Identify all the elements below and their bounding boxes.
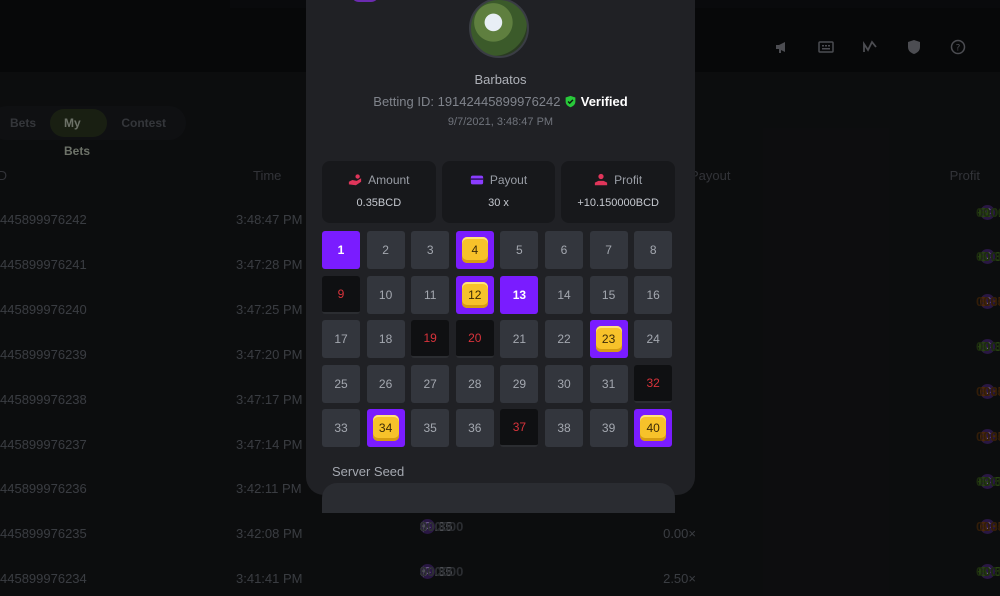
stat-profit-title: Profit [614, 173, 643, 187]
keno-cell-5: 5 [500, 231, 539, 269]
keno-cell-34: 34 [366, 409, 405, 448]
keno-cell-29: 29 [500, 364, 539, 403]
keno-cell-18: 18 [366, 320, 405, 359]
bet-date: 9/7/2021, 3:48:47 PM [447, 116, 554, 128]
stat-amount: Amount 0.35BCD [322, 161, 436, 223]
keno-cell-15: 15 [589, 275, 628, 314]
avatar [469, 0, 529, 58]
keno-cell-38: 38 [545, 409, 583, 448]
keno-cell-30: 30 [545, 364, 583, 403]
keno-cell-16: 16 [634, 275, 673, 314]
keno-cell-11: 11 [411, 275, 450, 314]
betting-id-line: Betting ID: 19142445899976242 Verified [306, 94, 695, 111]
server-seed-label: Server Seed [332, 464, 405, 479]
keno-cell-8: 8 [634, 231, 673, 269]
keno-cell-21: 21 [500, 320, 539, 359]
hit-gem: 40 [640, 415, 667, 442]
stat-profit-value: +10.150000BCD [577, 197, 659, 209]
keno-cell-9: 9 [322, 275, 360, 314]
keno-cell-39: 39 [589, 409, 628, 448]
keno-cell-10: 10 [366, 275, 405, 314]
keno-cell-24: 24 [634, 320, 673, 359]
keno-cell-19: 19 [411, 320, 450, 359]
stat-payout-title: Payout [489, 173, 528, 187]
corner-badge [351, 0, 379, 2]
keno-cell-7: 7 [589, 231, 628, 269]
verified-label: Verified [580, 94, 628, 109]
keno-cell-37: 37 [500, 409, 539, 448]
keno-cell-6: 6 [545, 231, 583, 269]
hand-coin-icon [348, 173, 362, 187]
keno-cell-32: 32 [634, 364, 673, 403]
keno-cell-12: 12 [455, 275, 494, 314]
keno-cell-20: 20 [455, 320, 494, 359]
stat-payout: Payout 30 x [441, 161, 556, 223]
betting-id: Betting ID: 19142445899976242 [373, 94, 561, 109]
verified-shield-icon [564, 95, 577, 111]
stat-amount-title: Amount [368, 173, 410, 187]
hit-gem: 4 [461, 237, 488, 263]
keno-cell-27: 27 [411, 364, 450, 403]
server-seed-field[interactable] [322, 483, 675, 513]
keno-cell-13: 13 [500, 275, 539, 314]
keno-cell-28: 28 [455, 364, 494, 403]
keno-cell-1: 1 [322, 231, 360, 269]
keno-cell-14: 14 [545, 275, 583, 314]
keno-cell-2: 2 [366, 231, 405, 269]
bet-details-modal: Barbatos Betting ID: 19142445899976242 V… [306, 0, 695, 513]
keno-cell-25: 25 [322, 364, 360, 403]
stat-profit: Profit +10.150000BCD [561, 161, 676, 223]
keno-cell-23: 23 [589, 320, 628, 359]
keno-cell-26: 26 [366, 364, 405, 403]
keno-cell-36: 36 [455, 409, 494, 448]
hit-gem: 12 [461, 281, 488, 308]
stat-payout-value: 30 x [488, 197, 509, 209]
stat-amount-value: 0.35BCD [356, 197, 402, 209]
keno-cell-17: 17 [322, 320, 360, 359]
hit-gem: 34 [372, 415, 399, 442]
keno-cell-4: 4 [455, 231, 494, 269]
username: Barbatos [474, 72, 527, 87]
keno-cell-31: 31 [589, 364, 628, 403]
keno-cell-40: 40 [634, 409, 673, 448]
bet-stats: Amount 0.35BCD Payout 30 x Profit +10.15… [322, 161, 676, 223]
keno-cell-3: 3 [411, 231, 450, 269]
hit-gem: 23 [595, 326, 622, 353]
money-hand-icon [594, 173, 608, 187]
keno-cell-33: 33 [322, 409, 360, 448]
keno-cell-22: 22 [545, 320, 583, 359]
keno-cell-35: 35 [411, 409, 450, 448]
card-icon [470, 173, 484, 187]
